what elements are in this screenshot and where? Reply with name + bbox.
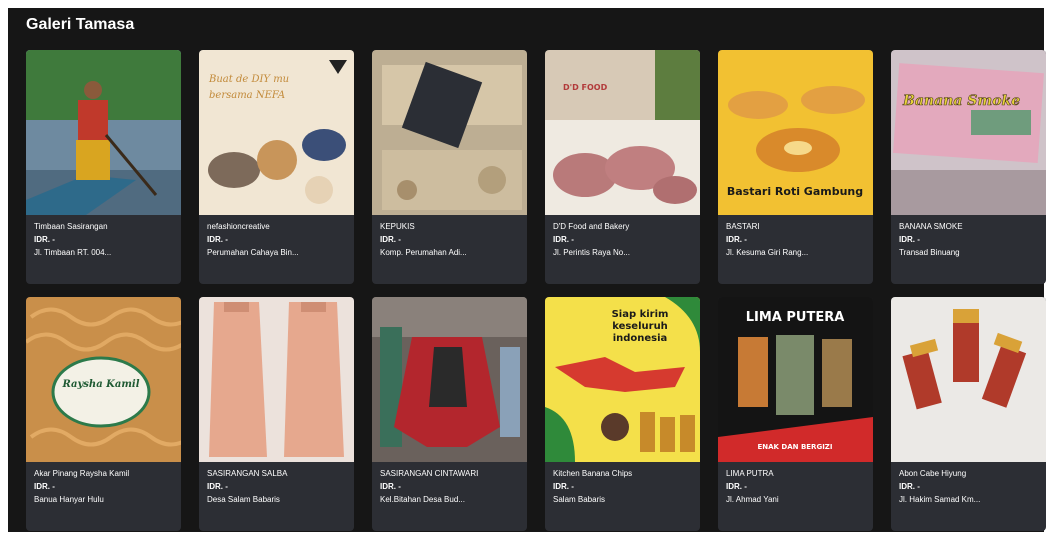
thumb-caption-3: indonesia [613, 333, 668, 344]
card-price: IDR. - [726, 482, 747, 491]
card-name: BASTARI [726, 223, 760, 231]
thumbnail-image [372, 50, 527, 215]
gallery-card[interactable]: D'D FOOD D'D Food and Bakery IDR. - Jl. … [545, 50, 700, 284]
card-price: IDR. - [553, 482, 574, 491]
thumb-caption-1: LIMA PUTERA [746, 310, 845, 325]
thumb-caption-2: keseluruh [612, 321, 668, 332]
card-price: IDR. - [553, 235, 574, 244]
gallery-card[interactable]: SASIRANGAN SALBA IDR. - Desa Salam Babar… [199, 297, 354, 531]
thumbnail-image: Raysha Kamil [26, 297, 181, 462]
card-name: nefashioncreative [207, 223, 270, 231]
thumb-caption-1: Banana Smoke [902, 93, 1020, 109]
thumb-caption-1: Siap kirim [612, 309, 669, 320]
card-price: IDR. - [207, 482, 228, 491]
card-price: IDR. - [34, 482, 55, 491]
card-name: Abon Cabe Hiyung [899, 470, 967, 478]
thumb-caption-1: D'D FOOD [563, 83, 608, 92]
card-address: Jl. Timbaan RT. 004... [34, 249, 112, 257]
card-thumbnail [372, 297, 527, 462]
card-address: Kel.Bitahan Desa Bud... [380, 496, 465, 504]
card-price: IDR. - [899, 482, 920, 491]
thumb-caption-2: ENAK DAN BERGIZI [758, 443, 833, 451]
card-address: Banua Hanyar Hulu [34, 496, 104, 504]
card-thumbnail: D'D FOOD [545, 50, 700, 215]
thumbnail-image: Bastari Roti Gambung [718, 50, 873, 215]
thumbnail-image [372, 297, 527, 462]
gallery-card[interactable]: Bastari Roti Gambung BASTARI IDR. - Jl. … [718, 50, 873, 284]
card-thumbnail: Bastari Roti Gambung [718, 50, 873, 215]
card-price: IDR. - [380, 235, 401, 244]
card-name: LIMA PUTRA [726, 470, 774, 478]
gallery-card[interactable]: Timbaan Sasirangan IDR. - Jl. Timbaan RT… [26, 50, 181, 284]
card-thumbnail: Banana Smoke [891, 50, 1046, 215]
card-thumbnail [199, 297, 354, 462]
card-thumbnail: Buat de DIY mu bersama NEFA [199, 50, 354, 215]
card-name: Kitchen Banana Chips [553, 470, 633, 478]
card-address: Salam Babaris [553, 496, 606, 504]
card-name: BANANA SMOKE [899, 223, 963, 231]
card-thumbnail [372, 50, 527, 215]
card-name: KEPUKIS [380, 223, 415, 231]
card-address: Jl. Hakim Samad Km... [899, 496, 981, 504]
gallery-card[interactable]: Siap kirim keseluruh indonesia Kitchen B… [545, 297, 700, 531]
card-price: IDR. - [207, 235, 228, 244]
card-address: Jl. Kesuma Giri Rang... [726, 249, 809, 257]
card-name: SASIRANGAN SALBA [207, 470, 288, 478]
thumbnail-image: Buat de DIY mu bersama NEFA [199, 50, 354, 215]
card-thumbnail [26, 50, 181, 215]
gallery-card[interactable]: SASIRANGAN CINTAWARI IDR. - Kel.Bitahan … [372, 297, 527, 531]
gallery-panel: Galeri Tamasa Timbaan Sasirangan IDR. - … [8, 8, 1046, 532]
gallery-card[interactable]: LIMA PUTERA ENAK DAN BERGIZI LIMA PUTRA … [718, 297, 873, 531]
card-name: Timbaan Sasirangan [34, 223, 108, 231]
card-address: Jl. Ahmad Yani [726, 496, 779, 504]
card-address: Desa Salam Babaris [207, 496, 280, 504]
thumbnail-image [26, 50, 181, 215]
gallery-grid: Timbaan Sasirangan IDR. - Jl. Timbaan RT… [26, 50, 1046, 531]
card-thumbnail: LIMA PUTERA ENAK DAN BERGIZI [718, 297, 873, 462]
card-name: D'D Food and Bakery [553, 223, 630, 231]
gallery-card[interactable]: KEPUKIS IDR. - Komp. Perumahan Adi... [372, 50, 527, 284]
gallery-title: Galeri Tamasa [26, 16, 135, 33]
gallery-card[interactable]: Raysha Kamil Akar Pinang Raysha Kamil ID… [26, 297, 181, 531]
card-thumbnail: Raysha Kamil [26, 297, 181, 462]
thumbnail-image: Siap kirim keseluruh indonesia [545, 297, 700, 462]
gallery-card[interactable]: Buat de DIY mu bersama NEFA nefashioncre… [199, 50, 354, 284]
card-price: IDR. - [726, 235, 747, 244]
gallery-card[interactable]: Abon Cabe Hiyung IDR. - Jl. Hakim Samad … [891, 297, 1046, 531]
thumbnail-image [891, 297, 1046, 462]
thumbnail-image: LIMA PUTERA ENAK DAN BERGIZI [718, 297, 873, 462]
card-address: Perumahan Cahaya Bin... [207, 249, 299, 257]
gallery-card[interactable]: Banana Smoke BANANA SMOKE IDR. - Transad… [891, 50, 1046, 284]
card-price: IDR. - [34, 235, 55, 244]
card-address: Transad Binuang [899, 249, 960, 257]
card-thumbnail [891, 297, 1046, 462]
thumb-caption-1: Raysha Kamil [61, 379, 139, 390]
card-price: IDR. - [380, 482, 401, 491]
card-name: Akar Pinang Raysha Kamil [34, 470, 130, 478]
card-address: Jl. Perintis Raya No... [553, 249, 630, 257]
thumbnail-image [199, 297, 354, 462]
card-name: SASIRANGAN CINTAWARI [380, 470, 479, 478]
card-address: Komp. Perumahan Adi... [380, 249, 467, 257]
thumbnail-image: Banana Smoke [891, 50, 1046, 215]
thumb-caption-2: bersama NEFA [209, 90, 285, 101]
thumbnail-image: D'D FOOD [545, 50, 700, 215]
card-thumbnail: Siap kirim keseluruh indonesia [545, 297, 700, 462]
thumb-caption-1: Bastari Roti Gambung [727, 185, 863, 198]
card-price: IDR. - [899, 235, 920, 244]
thumb-caption-1: Buat de DIY mu [208, 74, 289, 85]
